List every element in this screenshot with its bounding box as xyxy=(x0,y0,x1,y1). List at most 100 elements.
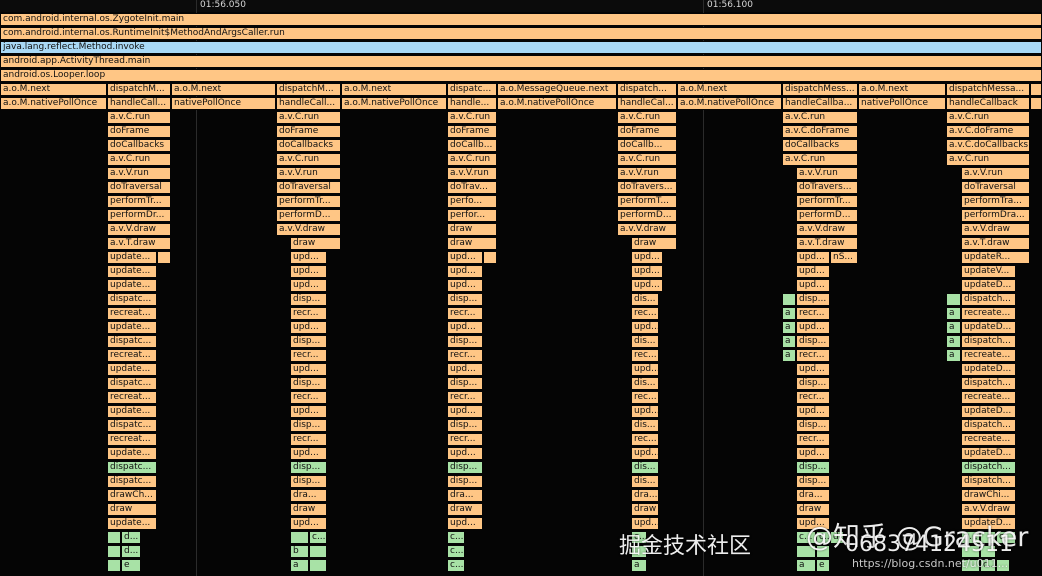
stack-frame[interactable]: doFrame xyxy=(617,125,677,138)
stack-frame[interactable]: dis... xyxy=(631,335,659,348)
stack-frame[interactable]: dispatchMess... xyxy=(782,83,858,96)
stack-frame[interactable]: recreat... xyxy=(107,349,157,362)
stack-frame[interactable]: b xyxy=(290,545,309,558)
stack-frame[interactable]: upd... xyxy=(796,265,830,278)
stack-frame[interactable]: handleCallba... xyxy=(782,97,858,110)
stack-frame[interactable]: dis... xyxy=(631,475,659,488)
stack-frame[interactable]: perfor... xyxy=(447,209,497,222)
stack-frame[interactable]: c... xyxy=(309,531,327,544)
stack-frame[interactable]: a xyxy=(782,307,796,320)
stack-frame[interactable]: upd... xyxy=(290,447,327,460)
stack-frame[interactable]: doFrame xyxy=(276,125,341,138)
stack-frame[interactable]: doCallbacks xyxy=(276,139,341,152)
stack-frame[interactable]: dispatchM... xyxy=(276,83,341,96)
stack-frame[interactable]: performTr... xyxy=(276,195,341,208)
stack-frame[interactable]: doCallbacks xyxy=(107,139,171,152)
stack-frame[interactable]: a.v.C.run xyxy=(617,111,677,124)
stack-frame[interactable]: recr... xyxy=(290,433,327,446)
stack-frame[interactable]: dra... xyxy=(796,489,830,502)
stack-frame[interactable]: android.os.Looper.loop xyxy=(0,69,1042,82)
stack-frame[interactable]: doTraversal xyxy=(276,181,341,194)
stack-frame[interactable]: a.v.V.run xyxy=(107,167,171,180)
stack-frame[interactable]: dispatc... xyxy=(107,293,157,306)
stack-frame[interactable]: a.v.V.draw xyxy=(796,223,858,236)
stack-frame[interactable]: a.v.C.doCallbacks xyxy=(946,139,1030,152)
stack-frame[interactable]: dispatch... xyxy=(617,83,677,96)
stack-frame[interactable]: recreate... xyxy=(961,307,1016,320)
stack-frame[interactable]: dra... xyxy=(290,489,327,502)
stack-frame[interactable]: disp... xyxy=(447,419,483,432)
stack-frame[interactable]: recr... xyxy=(796,349,830,362)
stack-frame[interactable]: performDra... xyxy=(961,209,1030,222)
stack-frame[interactable]: drawChi... xyxy=(961,489,1016,502)
stack-frame[interactable]: upd... xyxy=(447,279,483,292)
stack-frame[interactable]: a xyxy=(631,559,647,572)
stack-frame[interactable]: upd... xyxy=(447,321,483,334)
stack-frame[interactable]: recreat... xyxy=(107,307,157,320)
stack-frame[interactable]: a.v.V.draw xyxy=(276,223,341,236)
stack-frame[interactable]: dra... xyxy=(631,489,659,502)
stack-frame[interactable]: performTr... xyxy=(107,195,171,208)
stack-frame[interactable]: handleCall... xyxy=(276,97,341,110)
stack-frame[interactable]: doCallb... xyxy=(617,139,677,152)
stack-frame[interactable]: a.v.C.run xyxy=(782,111,858,124)
stack-frame[interactable]: upd... xyxy=(447,363,483,376)
stack-frame[interactable]: dispatc... xyxy=(107,475,157,488)
stack-frame[interactable]: disp... xyxy=(290,377,327,390)
stack-frame[interactable]: disp... xyxy=(796,461,830,474)
stack-frame[interactable]: disp... xyxy=(447,475,483,488)
stack-frame[interactable]: dra... xyxy=(447,489,483,502)
stack-frame[interactable]: upd... xyxy=(631,321,659,334)
stack-frame[interactable]: a.o.MessageQueue.next xyxy=(497,83,617,96)
stack-frame[interactable]: disp... xyxy=(447,377,483,390)
stack-frame[interactable]: a.v.V.run xyxy=(617,167,677,180)
stack-frame[interactable] xyxy=(1030,83,1042,96)
stack-frame[interactable]: recr... xyxy=(796,307,830,320)
stack-frame[interactable]: dispatc... xyxy=(107,461,157,474)
stack-frame[interactable]: performTr... xyxy=(796,195,858,208)
stack-frame[interactable]: upd... xyxy=(447,405,483,418)
stack-frame[interactable]: handleCallback xyxy=(946,97,1030,110)
stack-frame[interactable]: update... xyxy=(107,447,157,460)
stack-frame[interactable]: a.o.M.next xyxy=(341,83,447,96)
stack-frame[interactable]: recreate... xyxy=(961,391,1016,404)
stack-frame[interactable]: a.o.M.nativePollOnce xyxy=(497,97,617,110)
stack-frame[interactable]: dispatchM... xyxy=(107,83,171,96)
stack-frame[interactable]: a.v.C.run xyxy=(782,153,858,166)
stack-frame[interactable]: upd... xyxy=(796,405,830,418)
stack-frame[interactable]: disp... xyxy=(796,293,830,306)
stack-frame[interactable]: c... xyxy=(447,545,465,558)
stack-frame[interactable]: update... xyxy=(107,251,157,264)
stack-frame[interactable]: upd... xyxy=(796,279,830,292)
stack-frame[interactable]: d... xyxy=(121,531,141,544)
stack-frame[interactable]: dispatch... xyxy=(961,377,1016,390)
stack-frame[interactable]: disp... xyxy=(447,461,483,474)
stack-frame[interactable]: recr... xyxy=(447,391,483,404)
stack-frame[interactable]: a xyxy=(782,321,796,334)
stack-frame[interactable] xyxy=(107,531,121,544)
stack-frame[interactable]: dispatc... xyxy=(107,419,157,432)
stack-frame[interactable]: a.v.C.doFrame xyxy=(782,125,858,138)
stack-frame[interactable]: a.v.C.run xyxy=(447,111,497,124)
stack-frame[interactable]: upd... xyxy=(796,363,830,376)
stack-frame[interactable]: dispatc... xyxy=(447,83,497,96)
stack-frame[interactable]: dis... xyxy=(631,377,659,390)
stack-frame[interactable]: updateD... xyxy=(961,363,1016,376)
stack-frame[interactable]: a.o.M.next xyxy=(677,83,782,96)
stack-frame[interactable]: a.v.C.run xyxy=(276,111,341,124)
stack-frame[interactable]: a.v.V.run xyxy=(276,167,341,180)
stack-frame[interactable]: recr... xyxy=(290,349,327,362)
stack-frame[interactable]: recr... xyxy=(290,307,327,320)
stack-frame[interactable]: a.v.T.draw xyxy=(961,237,1030,250)
stack-frame[interactable]: upd... xyxy=(447,265,483,278)
stack-frame[interactable]: dispatc... xyxy=(107,335,157,348)
stack-frame[interactable]: upd... xyxy=(631,279,663,292)
stack-frame[interactable]: updateR... xyxy=(961,251,1030,264)
stack-frame[interactable]: a xyxy=(782,335,796,348)
stack-frame[interactable]: a.v.C.doFrame xyxy=(946,125,1030,138)
stack-frame[interactable]: upd... xyxy=(631,265,663,278)
stack-frame[interactable]: upd... xyxy=(447,517,483,530)
stack-frame[interactable]: recreate... xyxy=(961,433,1016,446)
stack-frame[interactable]: recr... xyxy=(796,391,830,404)
stack-frame[interactable]: a xyxy=(946,321,961,334)
